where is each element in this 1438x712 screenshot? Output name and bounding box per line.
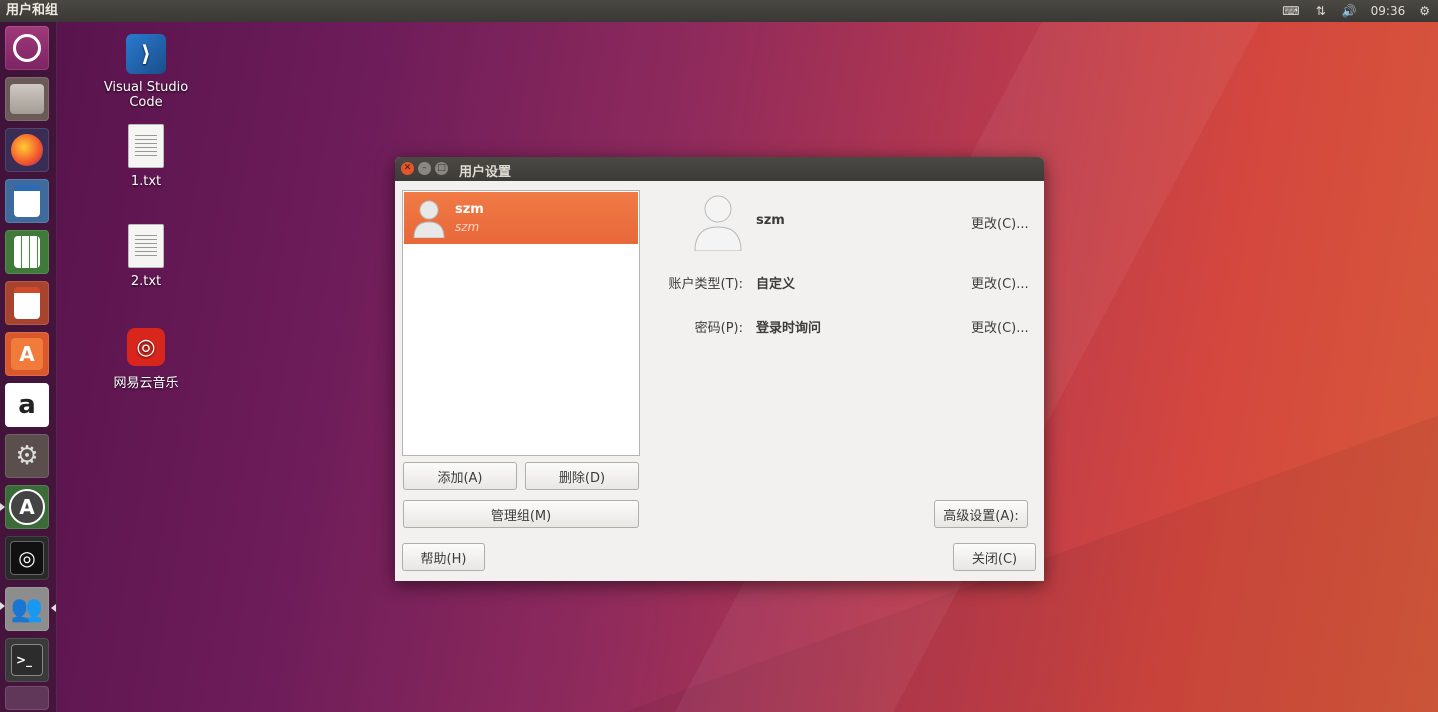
software-center-icon[interactable]: A (5, 332, 49, 376)
impress-icon[interactable] (5, 281, 49, 325)
user-avatar-icon (413, 200, 445, 238)
desktop-icon-label: 网易云音乐 (113, 376, 179, 391)
desktop-icon-vscode[interactable]: ⟩ Visual Studio Code (86, 34, 206, 110)
users-icon[interactable]: 👥 (5, 587, 49, 631)
dialog-titlebar: ✕ – □ 用户设置 (395, 157, 1044, 181)
close-button[interactable]: 关闭(C) (953, 543, 1036, 571)
clock[interactable]: 09:36 (1371, 0, 1406, 22)
firefox-icon[interactable] (5, 128, 49, 172)
manage-groups-button[interactable]: 管理组(M) (403, 500, 639, 528)
gear-icon[interactable]: ⚙ (1419, 0, 1430, 22)
launcher: A a ⚙ A ◎ 👥 >_ (0, 22, 57, 712)
account-type-value: 自定义 (756, 277, 796, 292)
disk-icon[interactable]: ◎ (5, 536, 49, 580)
password-value: 登录时询问 (756, 321, 822, 336)
desktop-icon-label: 2.txt (130, 274, 162, 289)
help-button[interactable]: 帮助(H) (402, 543, 485, 571)
desktop-icon-netease[interactable]: ◎ 网易云音乐 (86, 328, 206, 391)
keyboard-icon[interactable]: ⌨ (1282, 0, 1299, 22)
user-name: szm (455, 202, 484, 217)
desktop-icon-label: 1.txt (130, 174, 162, 189)
change-password-link[interactable]: 更改(C)... (971, 317, 1029, 336)
text-file-icon (128, 224, 164, 268)
desktop-icon-label: Visual Studio Code (103, 80, 189, 110)
delete-user-button[interactable]: 删除(D) (525, 462, 639, 490)
network-icon[interactable]: ⇅ (1316, 0, 1326, 22)
trash-icon[interactable] (5, 686, 49, 710)
app-title: 用户和组 (6, 3, 59, 18)
launcher-pip (51, 604, 56, 612)
ubuntu-dash-icon[interactable] (5, 26, 49, 70)
desktop-icon-1txt[interactable]: 1.txt (86, 124, 206, 189)
add-user-button[interactable]: 添加(A) (403, 462, 517, 490)
files-icon[interactable] (5, 77, 49, 121)
calc-icon[interactable] (5, 230, 49, 274)
close-window-icon[interactable]: ✕ (401, 162, 414, 175)
software-updater-icon[interactable]: A (5, 485, 49, 529)
account-type-label: 账户类型(T): (668, 277, 743, 292)
text-file-icon (128, 124, 164, 168)
volume-icon[interactable]: 🔊 (1342, 0, 1357, 22)
user-settings-dialog: ✕ – □ 用户设置 szm szm 添加(A) 删除(D) 管理组(M) 帮助… (395, 157, 1044, 581)
system-tray: ⌨ ⇅ 🔊 09:36 ⚙ (1274, 0, 1438, 22)
user-subtitle: szm (455, 220, 480, 234)
password-label: 密码(P): (694, 321, 743, 336)
detail-username: szm (756, 213, 785, 228)
netease-music-icon: ◎ (127, 328, 165, 366)
maximize-window-icon[interactable]: □ (435, 162, 448, 175)
change-username-link[interactable]: 更改(C)... (971, 213, 1029, 232)
dialog-title: 用户设置 (459, 165, 512, 180)
amazon-icon[interactable]: a (5, 383, 49, 427)
writer-icon[interactable] (5, 179, 49, 223)
desktop-icon-2txt[interactable]: 2.txt (86, 224, 206, 289)
terminal-icon[interactable]: >_ (5, 638, 49, 682)
list-item[interactable]: szm szm (404, 192, 638, 244)
user-list[interactable]: szm szm (402, 190, 640, 456)
vscode-icon: ⟩ (126, 34, 166, 74)
minimize-window-icon[interactable]: – (418, 162, 431, 175)
advanced-settings-button[interactable]: 高级设置(A): (934, 500, 1028, 528)
launcher-pip (0, 503, 5, 511)
change-account-type-link[interactable]: 更改(C)... (971, 273, 1029, 292)
user-avatar-icon (694, 195, 742, 251)
top-panel: 用户和组 ⌨ ⇅ 🔊 09:36 ⚙ (0, 0, 1438, 22)
system-settings-icon[interactable]: ⚙ (5, 434, 49, 478)
